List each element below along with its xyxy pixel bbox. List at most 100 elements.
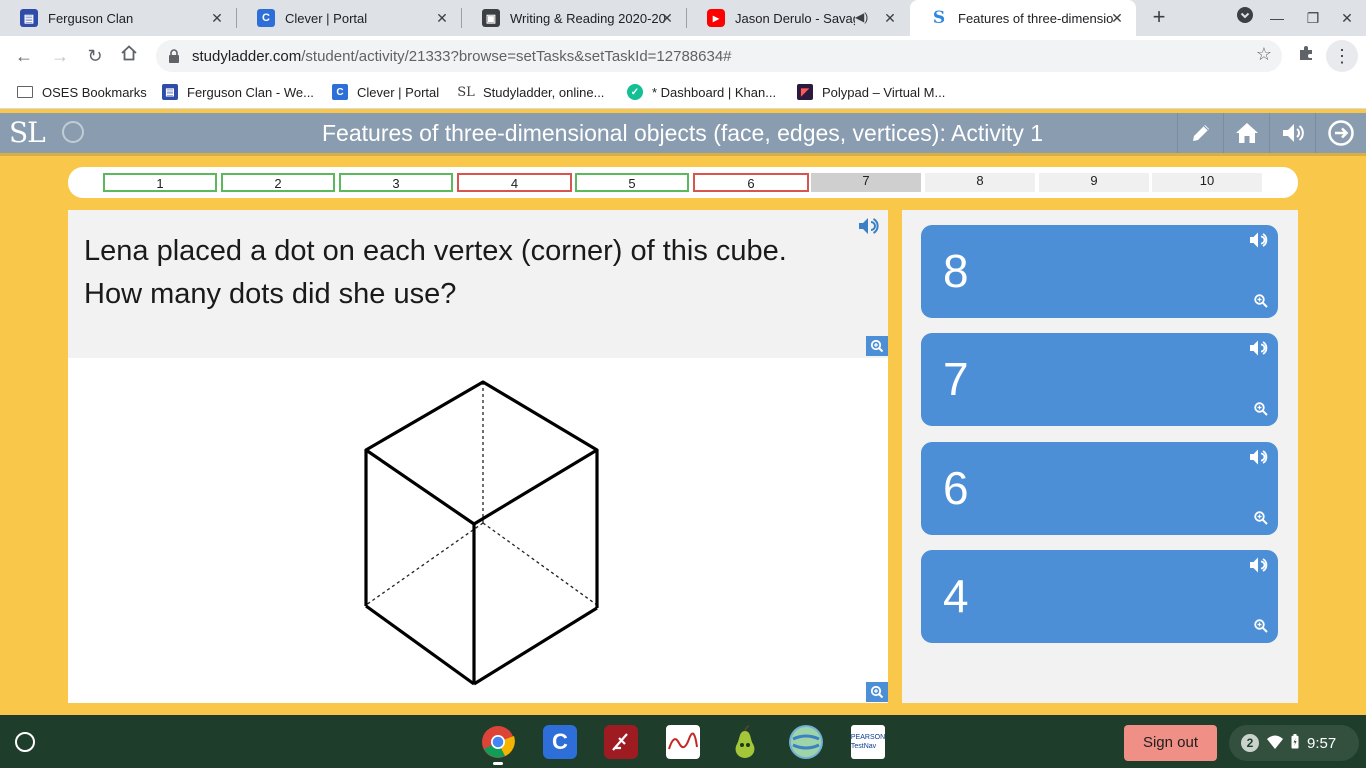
bookmark-polypad[interactable]: ◤ Polypad – Virtual M... xyxy=(797,76,945,108)
tab-ferguson-clan[interactable]: ▤ Ferguson Clan ✕ xyxy=(0,0,236,36)
studyladder-logo[interactable]: SL xyxy=(9,116,46,149)
pencil-icon[interactable] xyxy=(1177,113,1223,153)
cube-image xyxy=(364,380,599,686)
progress-cell-4[interactable]: 4 xyxy=(457,173,572,192)
answer-speaker-icon[interactable] xyxy=(1248,338,1270,358)
answer-value: 8 xyxy=(943,245,969,297)
audio-playing-icon[interactable]: ◀) xyxy=(855,10,868,24)
bookmark-khan[interactable]: ✓ * Dashboard | Khan... xyxy=(627,76,776,108)
chrome-icon[interactable] xyxy=(481,725,515,759)
sign-out-button[interactable]: Sign out xyxy=(1124,725,1217,761)
clever-icon[interactable]: C xyxy=(543,725,577,759)
bookmark-star-icon[interactable]: ☆ xyxy=(1256,44,1272,65)
close-icon[interactable]: ✕ xyxy=(881,9,899,27)
progress-cell-1[interactable]: 1 xyxy=(103,173,217,192)
answer-speaker-icon[interactable] xyxy=(1248,230,1270,250)
close-icon[interactable]: ✕ xyxy=(208,9,226,27)
progress-cell-10[interactable]: 10 xyxy=(1152,173,1262,192)
answer-option-2[interactable]: 7 xyxy=(921,333,1278,426)
progress-cell-3[interactable]: 3 xyxy=(339,173,453,192)
bookmark-label: Ferguson Clan - We... xyxy=(187,84,314,100)
speaker-icon[interactable] xyxy=(1269,113,1315,153)
answer-option-1[interactable]: 8 xyxy=(921,225,1278,318)
tab-writing-reading[interactable]: ▣ Writing & Reading 2020-20 ✕ xyxy=(462,0,686,36)
progress-cell-7[interactable]: 7 xyxy=(811,173,921,192)
close-icon[interactable]: ✕ xyxy=(1108,9,1126,27)
answer-option-4[interactable]: 4 xyxy=(921,550,1278,643)
question-line-2: How many dots did she use? xyxy=(84,278,457,310)
header-shadow xyxy=(0,153,1366,156)
tab-clever[interactable]: C Clever | Portal ✕ xyxy=(237,0,461,36)
lock-icon[interactable] xyxy=(168,49,182,63)
battery-icon xyxy=(1291,733,1299,753)
progress-cell-8[interactable]: 8 xyxy=(925,173,1035,192)
progress-cell-2[interactable]: 2 xyxy=(221,173,335,192)
bookmarks-bar: OSES Bookmarks ▤ Ferguson Clan - We... C… xyxy=(0,76,1366,109)
tab-features-3d[interactable]: S Features of three-dimensio ✕ xyxy=(910,0,1136,36)
app-red-icon[interactable] xyxy=(604,725,638,759)
testnav-label: PEARSON TestNav xyxy=(850,734,886,750)
answer-value: 7 xyxy=(943,353,969,405)
restore-icon[interactable]: ❐ xyxy=(1301,6,1325,30)
bookmark-clever[interactable]: C Clever | Portal xyxy=(332,76,439,108)
answer-value: 4 xyxy=(943,570,969,622)
testnav-icon[interactable]: PEARSON TestNav xyxy=(851,725,885,759)
answer-zoom-icon[interactable] xyxy=(1253,293,1269,309)
ferguson-clan-favicon: ▤ xyxy=(162,84,178,100)
reload-icon[interactable]: ↻ xyxy=(83,44,107,68)
question-text-area: Lena placed a dot on each vertex (corner… xyxy=(68,210,888,358)
bookmark-label: Clever | Portal xyxy=(357,84,440,100)
extensions-icon[interactable] xyxy=(1294,44,1318,68)
progress-cell-6[interactable]: 6 xyxy=(693,173,809,192)
answer-speaker-icon[interactable] xyxy=(1248,555,1270,575)
exit-icon[interactable] xyxy=(1315,113,1366,153)
notification-badge: 2 xyxy=(1241,734,1259,752)
url-path: /student/activity/21333?browse=setTasks&… xyxy=(301,47,732,65)
new-tab-button[interactable]: + xyxy=(1146,5,1172,31)
bookmark-oses[interactable]: OSES Bookmarks xyxy=(17,76,147,108)
studyladder-favicon: S xyxy=(932,8,946,28)
close-icon[interactable]: ✕ xyxy=(658,9,676,27)
bookmark-studyladder[interactable]: SL Studyladder, online... xyxy=(457,76,604,108)
folder-icon xyxy=(17,86,33,98)
cube-visible-edges xyxy=(364,380,599,686)
image-zoom-icon[interactable] xyxy=(866,682,888,702)
home-icon[interactable] xyxy=(117,44,141,68)
answer-speaker-icon[interactable] xyxy=(1248,447,1270,467)
back-icon[interactable]: ← xyxy=(12,44,36,68)
address-bar[interactable]: studyladder.com/student/activity/21333?b… xyxy=(156,40,1282,72)
answer-zoom-icon[interactable] xyxy=(1253,510,1269,526)
clever-favicon: C xyxy=(257,9,275,27)
system-tray[interactable]: 2 9:57 xyxy=(1229,725,1359,761)
minimize-icon[interactable]: — xyxy=(1265,6,1289,30)
question-speaker-icon[interactable] xyxy=(857,215,881,237)
home-icon[interactable] xyxy=(1223,113,1269,153)
menu-kebab-icon[interactable]: ⋮ xyxy=(1326,40,1358,72)
question-zoom-icon[interactable] xyxy=(866,336,888,356)
activity-title: Features of three-dimensional objects (f… xyxy=(322,120,1043,146)
progress-cell-9[interactable]: 9 xyxy=(1039,173,1149,192)
globe-app-icon[interactable] xyxy=(789,725,823,759)
wifi-icon xyxy=(1267,735,1283,752)
tab-title: Ferguson Clan xyxy=(48,10,134,26)
bookmark-ferguson-clan[interactable]: ▤ Ferguson Clan - We... xyxy=(162,76,314,108)
answer-option-3[interactable]: 6 xyxy=(921,442,1278,535)
studyladder-favicon: SL xyxy=(457,84,475,100)
window-close-icon[interactable]: ✕ xyxy=(1335,6,1359,30)
pear-deck-icon[interactable] xyxy=(728,725,762,759)
answer-zoom-icon[interactable] xyxy=(1253,618,1269,634)
bookmark-label: OSES Bookmarks xyxy=(42,84,147,100)
ferguson-clan-favicon: ▤ xyxy=(20,9,38,27)
tab-search-icon[interactable] xyxy=(1233,6,1257,30)
tab-title: Writing & Reading 2020-20 xyxy=(510,10,666,26)
launcher-icon[interactable] xyxy=(15,732,35,752)
globe-icon[interactable] xyxy=(62,121,84,143)
answers-panel: 8 7 6 4 xyxy=(902,210,1298,703)
answer-zoom-icon[interactable] xyxy=(1253,401,1269,417)
forward-icon[interactable]: → xyxy=(48,44,72,68)
progress-cell-5[interactable]: 5 xyxy=(575,173,689,192)
tab-youtube-savage[interactable]: ▶ Jason Derulo - Savage ◀) ✕ xyxy=(687,0,909,36)
close-icon[interactable]: ✕ xyxy=(433,9,451,27)
graph-app-icon[interactable] xyxy=(666,725,700,759)
cube-hidden-edges xyxy=(365,382,598,606)
